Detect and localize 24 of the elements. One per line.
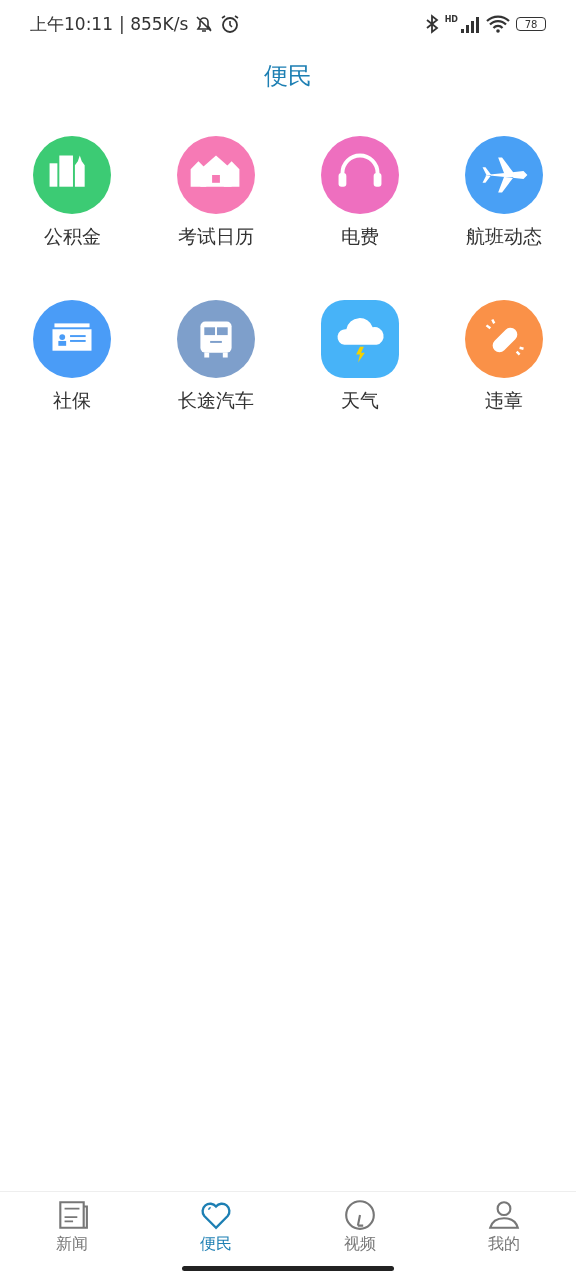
nav-tab[interactable]: 视频 [288, 1192, 432, 1280]
service-label[interactable]: 电费 [341, 224, 379, 250]
network-type: HD [444, 15, 458, 24]
person-icon [487, 1198, 521, 1232]
page-title: 便民 [263, 61, 313, 92]
wifi-icon [486, 15, 510, 33]
network-speed: | 855K/s [119, 14, 189, 34]
nav-tab[interactable]: 我的 [432, 1192, 576, 1280]
bluetooth-icon [424, 14, 439, 34]
service-label[interactable]: 航班动态 [466, 224, 542, 250]
cloud-lightning-icon[interactable] [321, 300, 399, 378]
status-time: 上午10:11 [30, 12, 113, 36]
service-label[interactable]: 考试日历 [178, 224, 254, 250]
alarm-icon [220, 14, 241, 34]
service-label[interactable]: 天气 [341, 388, 379, 414]
service-label[interactable]: 公积金 [43, 224, 101, 250]
service-label[interactable]: 违章 [485, 388, 523, 414]
nav-tab[interactable]: 便民 [144, 1192, 288, 1280]
battery-indicator: 78 [516, 17, 546, 31]
service-label[interactable]: 社保 [53, 388, 91, 414]
service-label[interactable]: 长途汽车 [178, 388, 254, 414]
signal-icon [460, 15, 480, 33]
clock-icon [343, 1198, 377, 1232]
nav-tab[interactable]: 新闻 [0, 1192, 144, 1280]
